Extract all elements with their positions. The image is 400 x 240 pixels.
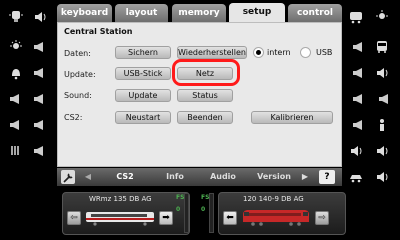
bus-icon[interactable]: [374, 40, 390, 54]
horn-icon[interactable]: [32, 66, 48, 80]
horn-icon[interactable]: [348, 66, 364, 80]
intern-radio[interactable]: [253, 47, 264, 58]
tab-memory[interactable]: memory: [172, 4, 226, 22]
sound-icon[interactable]: [374, 170, 390, 184]
subnav-cs2[interactable]: CS2: [107, 168, 143, 186]
horn-icon[interactable]: [348, 118, 364, 132]
loco-right-next-button[interactable]: ⇨: [315, 211, 329, 225]
horn-icon[interactable]: [374, 92, 390, 106]
subnav-version[interactable]: Version: [253, 168, 295, 186]
fs-label-right: FS: [201, 194, 210, 201]
usb-radio[interactable]: [300, 47, 311, 58]
tab-layout[interactable]: layout: [115, 4, 168, 22]
panel-title: Central Station: [64, 27, 133, 36]
loco-left-direction-button[interactable]: ➡: [159, 211, 173, 225]
horn-icon[interactable]: [32, 40, 48, 54]
horn-icon[interactable]: [348, 92, 364, 106]
tab-setup[interactable]: setup: [229, 3, 285, 23]
lamp-icon[interactable]: [374, 10, 390, 24]
light-icon[interactable]: [8, 40, 24, 54]
sound-update-button[interactable]: Update: [115, 89, 171, 102]
wiederherstellen-button[interactable]: Wiederherstellen: [177, 46, 247, 59]
horn-icon[interactable]: [348, 40, 364, 54]
person-icon[interactable]: [374, 118, 390, 132]
intern-radio-label: intern: [267, 48, 291, 57]
horn-icon[interactable]: [32, 144, 48, 158]
tab-keyboard[interactable]: keyboard: [57, 4, 112, 22]
horn-icon[interactable]: [32, 92, 48, 106]
sound-icon[interactable]: [32, 10, 48, 24]
locomotive-image: [241, 208, 311, 227]
neustart-button[interactable]: Neustart: [115, 111, 171, 124]
sound-icon[interactable]: [374, 66, 390, 80]
setup-subnav: ◀ CS2 Info Audio Version ▶ ?: [57, 168, 342, 186]
loco-name-right: 120 140-9 DB AG: [243, 195, 304, 203]
lamp-icon[interactable]: [8, 10, 24, 24]
bell-icon[interactable]: [8, 66, 24, 80]
right-function-rail: [342, 0, 400, 183]
sound-icon[interactable]: [348, 144, 364, 158]
tab-control[interactable]: control: [288, 4, 342, 22]
setup-panel-content: Central Station Daten: Sichern Wiederher…: [57, 22, 342, 167]
row-label-cs2: CS2:: [64, 113, 83, 122]
speed-bar-left[interactable]: [184, 193, 189, 233]
subnav-left-arrow[interactable]: ◀: [81, 168, 95, 186]
wrench-icon[interactable]: [61, 170, 75, 184]
wagon-image: [85, 210, 155, 226]
loco-name-left: WRmz 135 DB AG: [89, 195, 152, 203]
horn-icon[interactable]: [32, 118, 48, 132]
whistle-icon[interactable]: [8, 144, 24, 158]
row-label-daten: Daten:: [64, 49, 91, 58]
loco-panel-left: WRmz 135 DB AG ⇦ ➡: [62, 192, 190, 235]
subnav-right-arrow[interactable]: ▶: [298, 168, 312, 186]
row-label-sound: Sound:: [64, 91, 92, 100]
subnav-audio[interactable]: Audio: [205, 168, 241, 186]
beenden-button[interactable]: Beenden: [177, 111, 233, 124]
sound-status-button[interactable]: Status: [177, 89, 233, 102]
speed-bar-right[interactable]: [209, 193, 214, 233]
left-function-rail: [0, 0, 58, 176]
usb-stick-button[interactable]: USB-Stick: [115, 67, 171, 80]
highlight-annotation: [172, 59, 240, 86]
horn-icon[interactable]: [8, 118, 24, 132]
subnav-info[interactable]: Info: [157, 168, 193, 186]
help-button[interactable]: ?: [319, 170, 335, 184]
row-label-update: Update:: [64, 70, 96, 79]
kalibrieren-button[interactable]: Kalibrieren: [251, 111, 333, 124]
sichern-button[interactable]: Sichern: [115, 46, 171, 59]
horn-icon[interactable]: [8, 92, 24, 106]
train-icon[interactable]: [348, 10, 364, 24]
sound-icon[interactable]: [374, 144, 390, 158]
fs-value-left: 0: [176, 206, 181, 213]
usb-radio-label: USB: [316, 48, 333, 57]
fs-value-right: 0: [201, 206, 206, 213]
loco-left-prev-button[interactable]: ⇦: [67, 211, 81, 225]
loco-panel-right: 120 140-9 DB AG ⬅ ⇨: [218, 192, 346, 235]
loco-right-direction-button[interactable]: ⬅: [223, 211, 237, 225]
car-icon[interactable]: [348, 170, 364, 184]
